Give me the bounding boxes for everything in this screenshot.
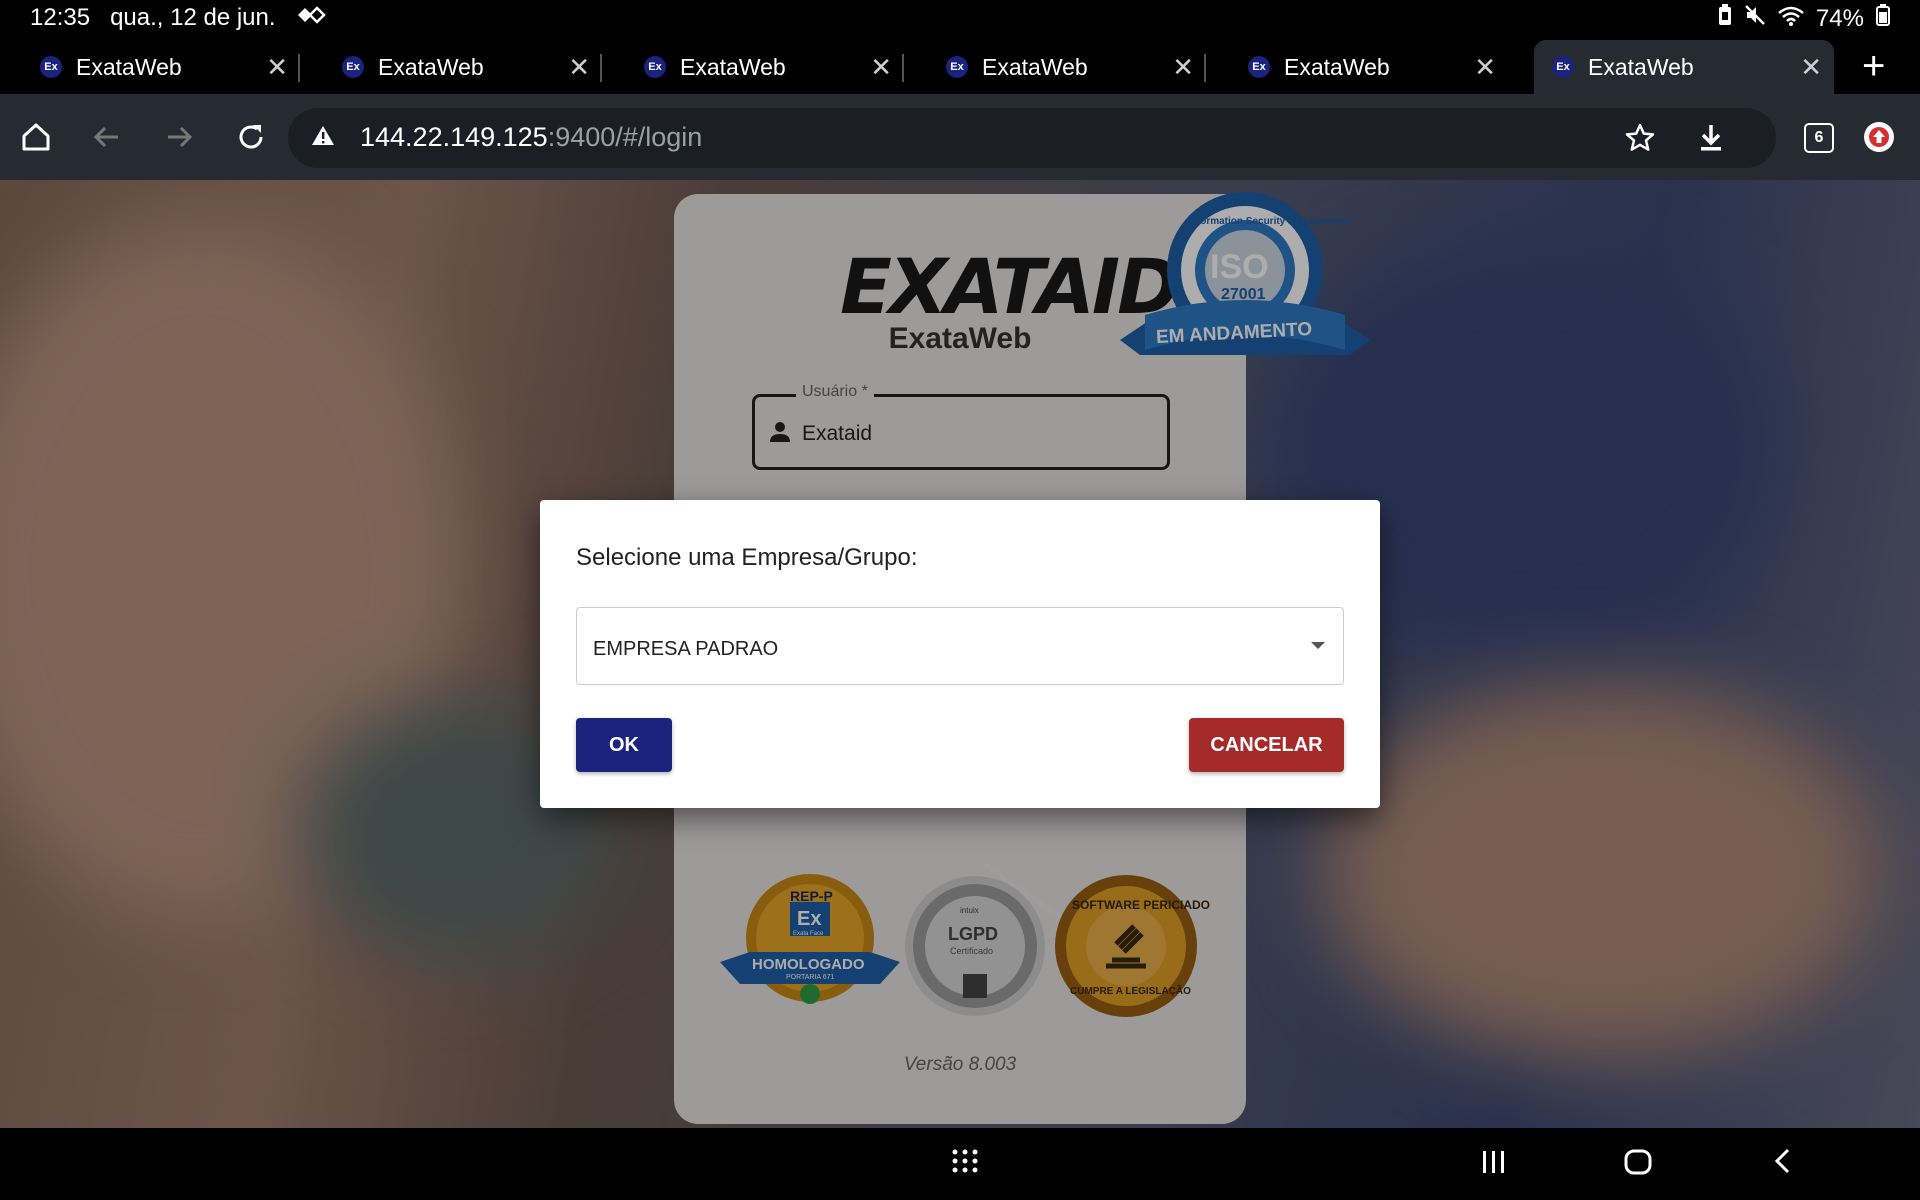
mute-icon (1744, 4, 1766, 33)
not-secure-warning-icon[interactable] (310, 123, 336, 154)
tab-title: ExataWeb (1588, 53, 1694, 80)
dialog-title: Selecione uma Empresa/Grupo: (576, 544, 918, 571)
browser-tab[interactable]: Ex ExataWeb ✕ (0, 40, 300, 94)
download-icon[interactable] (1696, 122, 1726, 159)
tab-title: ExataWeb (76, 53, 182, 80)
company-group-select[interactable]: EMPRESA PADRAO (576, 607, 1344, 685)
browser-tab[interactable]: Ex ExataWeb ✕ (906, 40, 1206, 94)
browser-tab[interactable]: Ex ExataWeb ✕ (1208, 40, 1508, 94)
close-tab-icon[interactable]: ✕ (1800, 52, 1822, 83)
battery-saver-icon (1718, 4, 1732, 33)
home-button-icon[interactable] (1622, 1146, 1654, 1183)
url-host: 144.22.149.125 (360, 122, 548, 152)
tab-title: ExataWeb (1284, 53, 1390, 80)
home-icon[interactable] (13, 114, 59, 160)
new-tab-icon[interactable]: + (1862, 44, 1885, 89)
tab-title: ExataWeb (680, 53, 786, 80)
tab-title: ExataWeb (378, 53, 484, 80)
close-tab-icon[interactable]: ✕ (1172, 52, 1194, 83)
sync-icon (296, 4, 326, 32)
browser-toolbar: 144.22.149.125:9400/#/login 6 (0, 94, 1920, 180)
update-profile-icon[interactable] (1864, 122, 1894, 152)
browser-tab[interactable]: Ex ExataWeb ✕ (604, 40, 904, 94)
back-button-icon[interactable] (1768, 1146, 1798, 1181)
back-arrow-icon[interactable] (84, 114, 130, 160)
battery-level: 74% (1815, 4, 1864, 32)
address-bar[interactable]: 144.22.149.125:9400/#/login (288, 108, 1776, 168)
wifi-icon (1778, 5, 1804, 33)
favicon-icon: Ex (40, 56, 62, 78)
system-nav-bar (0, 1128, 1920, 1200)
favicon-icon: Ex (644, 56, 666, 78)
favicon-icon: Ex (342, 56, 364, 78)
tab-separator (1204, 54, 1206, 82)
favicon-icon: Ex (1552, 56, 1574, 78)
forward-arrow-icon[interactable] (156, 114, 202, 160)
tab-strip: Ex ExataWeb ✕ Ex ExataWeb ✕ Ex ExataWeb … (0, 36, 1920, 94)
cancel-button[interactable]: CANCELAR (1189, 718, 1344, 772)
tab-separator (298, 54, 300, 82)
favicon-icon: Ex (1248, 56, 1270, 78)
tab-separator (902, 54, 904, 82)
status-bar: 12:35 qua., 12 de jun. 74% (0, 0, 1920, 36)
reload-icon[interactable] (228, 114, 274, 160)
recent-apps-icon[interactable] (1478, 1146, 1508, 1181)
url-text[interactable]: 144.22.149.125:9400/#/login (360, 122, 702, 153)
bookmark-star-icon[interactable] (1624, 122, 1656, 159)
close-tab-icon[interactable]: ✕ (266, 52, 288, 83)
app-drawer-icon[interactable] (950, 1146, 980, 1181)
company-select-dialog: Selecione uma Empresa/Grupo: EMPRESA PAD… (540, 500, 1380, 808)
ok-button[interactable]: OK (576, 718, 672, 772)
url-path: :9400/#/login (547, 122, 703, 152)
status-time: 12:35 (30, 4, 91, 31)
selected-company: EMPRESA PADRAO (593, 638, 779, 660)
browser-tab-active[interactable]: Ex ExataWeb ✕ (1534, 40, 1834, 94)
battery-icon (1876, 4, 1890, 33)
browser-tab[interactable]: Ex ExataWeb ✕ (302, 40, 602, 94)
close-tab-icon[interactable]: ✕ (568, 52, 590, 83)
tab-switcher-icon[interactable]: 6 (1804, 123, 1834, 153)
close-tab-icon[interactable]: ✕ (1474, 52, 1496, 83)
favicon-icon: Ex (946, 56, 968, 78)
dropdown-arrow-icon[interactable] (1311, 642, 1325, 649)
tab-title: ExataWeb (982, 53, 1088, 80)
close-tab-icon[interactable]: ✕ (870, 52, 892, 83)
status-date: qua., 12 de jun. (110, 4, 276, 31)
tab-separator (600, 54, 602, 82)
